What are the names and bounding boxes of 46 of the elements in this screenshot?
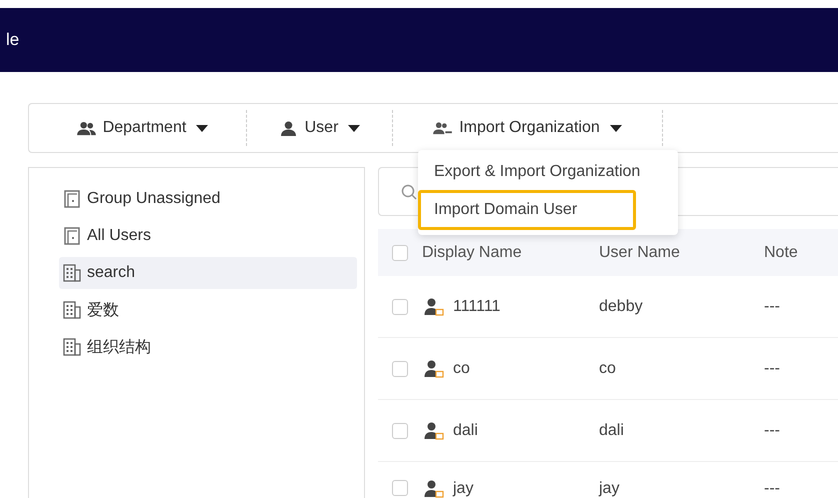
table-cell: ---	[764, 422, 780, 440]
toolbar-dropdown-button[interactable]: Import Organization	[393, 110, 663, 146]
column-header: Display Name	[422, 244, 522, 262]
table-cell: jay	[453, 480, 474, 498]
caret-icon	[348, 124, 360, 132]
row-checkbox[interactable]	[392, 422, 408, 438]
user-badge-icon	[423, 298, 444, 316]
row-checkbox[interactable]	[392, 480, 408, 496]
table-cell: ---	[764, 480, 780, 498]
menu-item[interactable]: Export & Import Organization	[418, 155, 678, 189]
table-cell: dali	[453, 422, 478, 440]
column-header: Note	[764, 244, 798, 262]
caret-icon	[196, 124, 208, 132]
tree-item[interactable]: Group Unassigned	[59, 183, 357, 215]
toolbar-dropdown-button[interactable]: User	[247, 110, 393, 146]
door-icon	[63, 227, 81, 245]
row-checkbox[interactable]	[392, 360, 408, 376]
building-icon	[63, 264, 81, 282]
select-all-checkbox[interactable]	[392, 244, 408, 260]
people-icon	[76, 120, 96, 136]
table-cell: co	[599, 360, 616, 378]
menu-item[interactable]: Import Domain User	[418, 190, 636, 230]
building-icon	[63, 338, 81, 356]
column-header: User Name	[599, 244, 680, 262]
table-cell: co	[453, 360, 470, 378]
tree-item[interactable]: search	[59, 257, 357, 289]
table-cell: ---	[764, 360, 780, 378]
user-icon	[278, 120, 298, 136]
table-cell: debby	[599, 298, 643, 316]
user-badge-icon	[423, 422, 444, 440]
tree-item[interactable]: 组织结构	[59, 331, 357, 363]
search-icon	[401, 184, 417, 200]
people-import-icon	[433, 120, 452, 136]
toolbar-dropdown-button[interactable]: Department	[29, 110, 247, 146]
tree-item[interactable]: 爱数	[59, 294, 357, 326]
tree-item[interactable]: All Users	[59, 220, 357, 252]
door-icon	[63, 190, 81, 208]
caret-icon	[610, 124, 622, 132]
table-cell: dali	[599, 422, 624, 440]
table-cell: jay	[599, 480, 620, 498]
user-badge-icon	[423, 360, 444, 378]
table-cell: ---	[764, 298, 780, 316]
row-checkbox[interactable]	[392, 298, 408, 314]
building-icon	[63, 301, 81, 319]
table-cell: 111111	[453, 298, 500, 316]
page-title: le	[6, 30, 20, 50]
